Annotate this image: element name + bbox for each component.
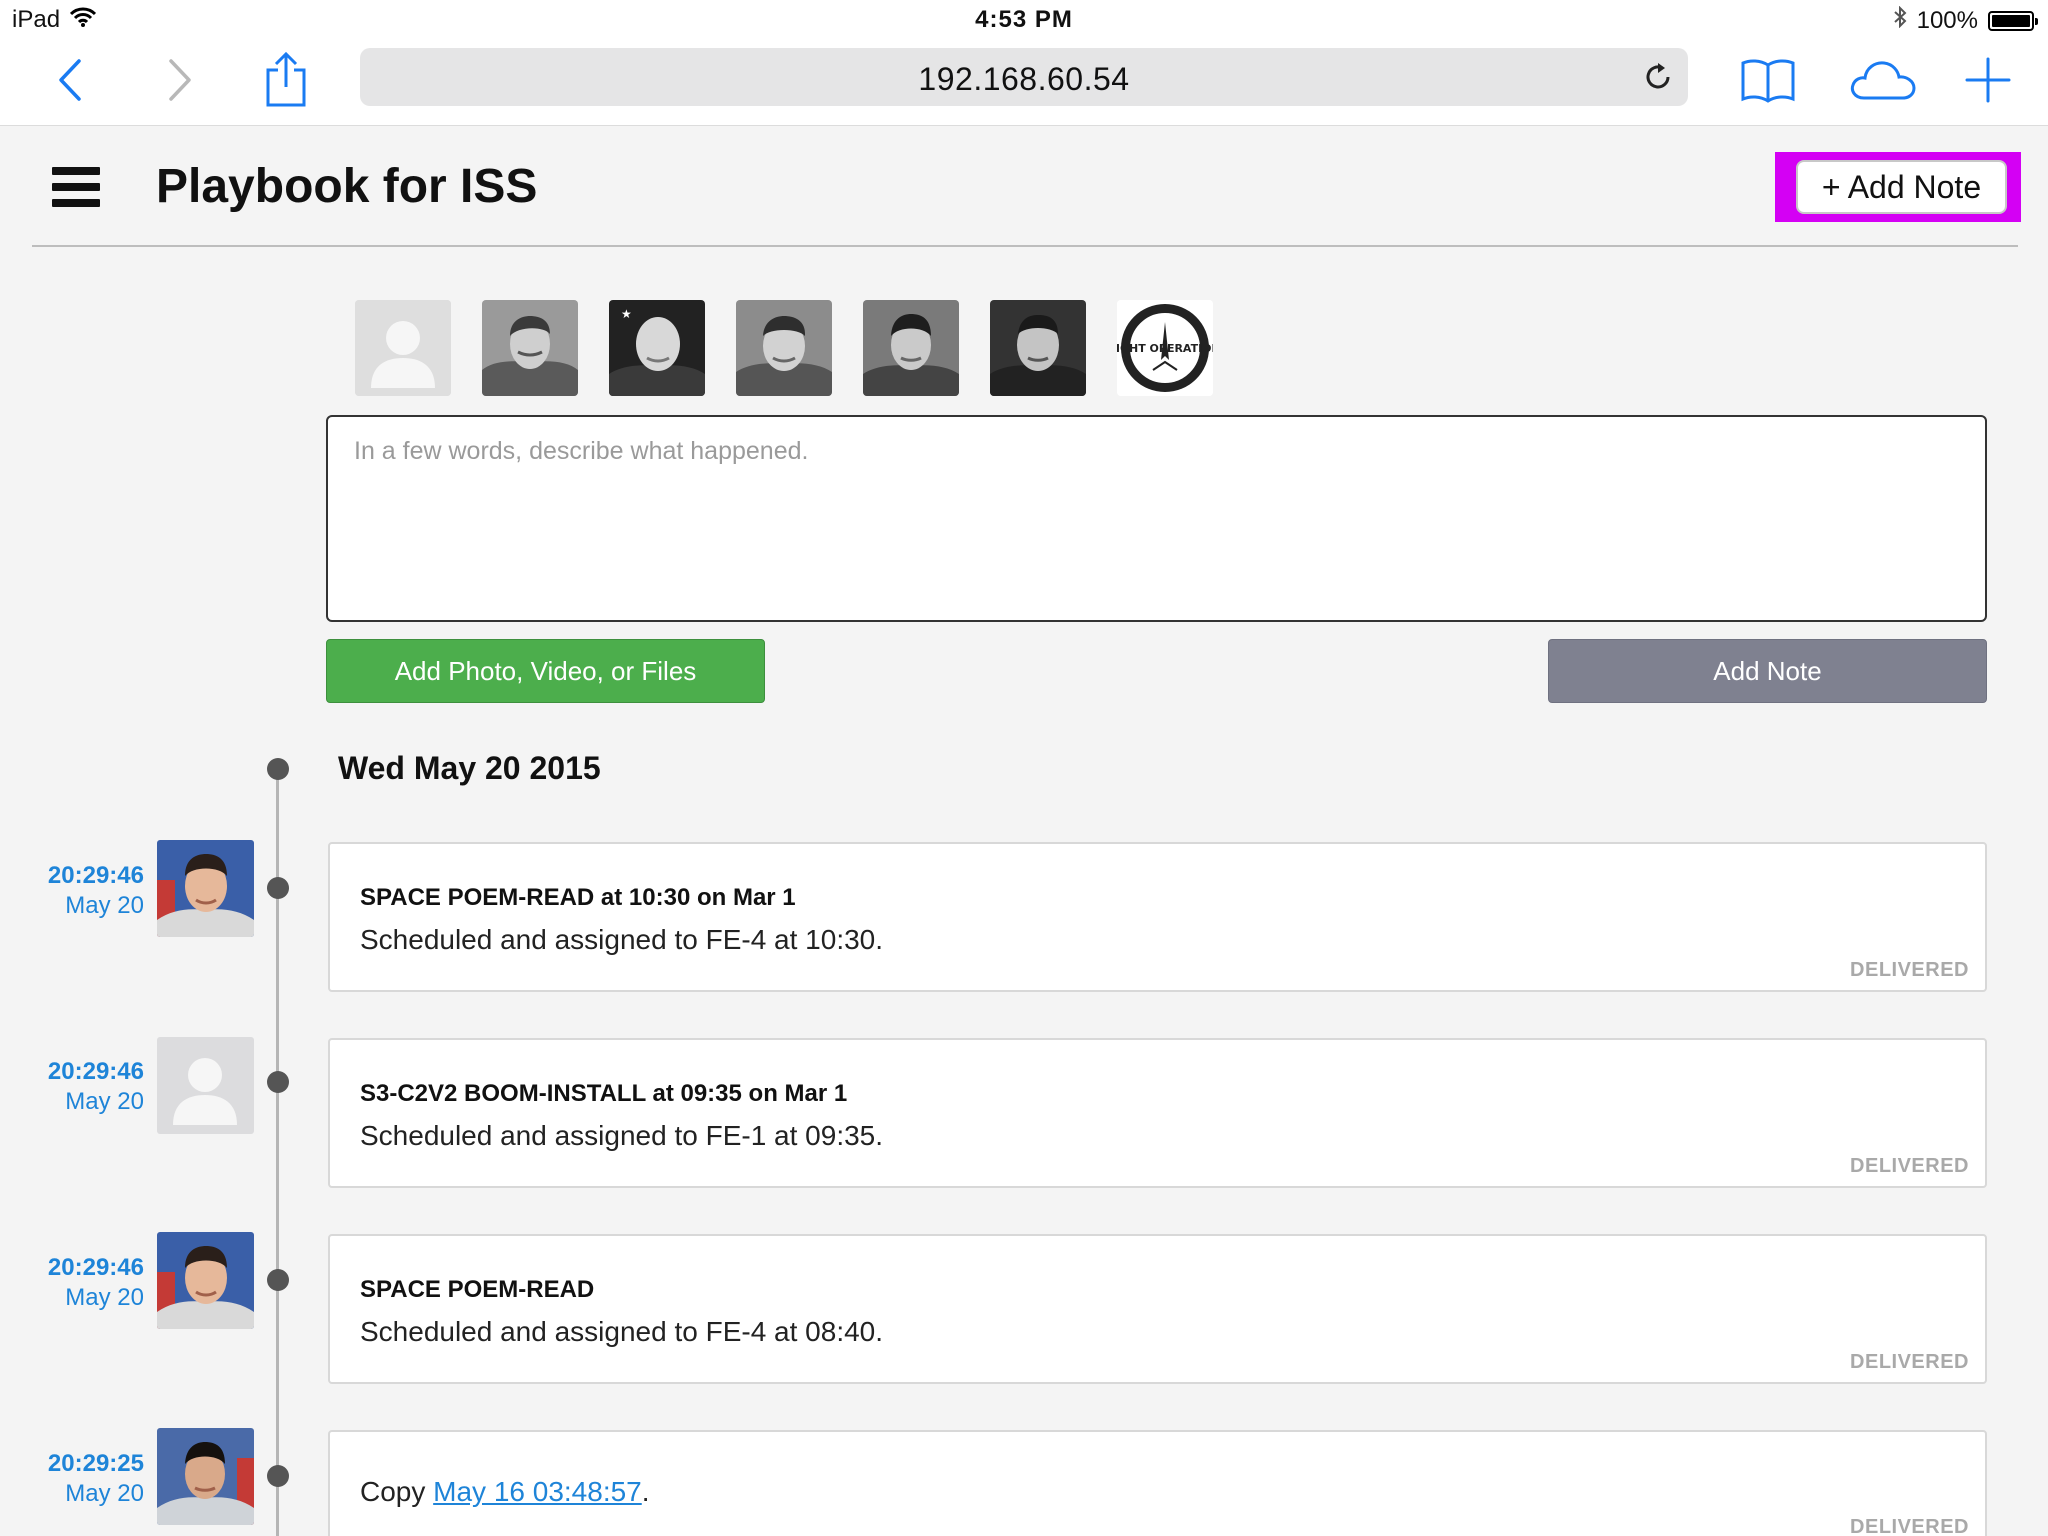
note-textarea[interactable] <box>326 415 1987 622</box>
menu-icon[interactable] <box>52 167 100 207</box>
bluetooth-icon <box>1893 5 1907 35</box>
back-icon[interactable] <box>38 48 102 112</box>
logo-text: FLIGHT OPERATIONS <box>1117 342 1213 355</box>
status-badge: DELIVERED <box>1850 1351 1969 1373</box>
app-header: Playbook for ISS + Add Note <box>32 127 2021 247</box>
page-title: Playbook for ISS <box>156 160 538 213</box>
battery-icon <box>1988 10 2038 31</box>
timeline-dot <box>267 1269 289 1291</box>
note-card[interactable]: SPACE POEM-READ at 10:30 on Mar 1 Schedu… <box>328 842 1987 992</box>
note-body: Scheduled and assigned to FE-4 at 10:30. <box>360 924 884 955</box>
note-title: S3-C2V2 BOOM-INSTALL at 09:35 on Mar 1 <box>360 1080 848 1107</box>
entry-time[interactable]: 20:29:46 <box>0 1253 144 1283</box>
status-badge: DELIVERED <box>1850 959 1969 981</box>
address-bar[interactable]: 192.168.60.54 <box>360 48 1688 106</box>
entry-time[interactable]: 20:29:46 <box>0 1057 144 1087</box>
note-card[interactable]: SPACE POEM-READ Scheduled and assigned t… <box>328 1234 1987 1384</box>
bookmarks-icon[interactable] <box>1736 48 1800 112</box>
note-link[interactable]: May 16 03:48:57 <box>433 1476 642 1507</box>
note-body: Copy May 16 03:48:57. <box>360 1476 650 1508</box>
entry-timestamp[interactable]: 20:29:46 May 20 <box>0 1253 144 1313</box>
note-card[interactable]: S3-C2V2 BOOM-INSTALL at 09:35 on Mar 1 S… <box>328 1038 1987 1188</box>
battery-percent: 100% <box>1916 6 1978 34</box>
status-badge: DELIVERED <box>1850 1516 1969 1536</box>
crew-avatar-row: ★ IGHT OPERATIO <box>355 300 1213 396</box>
svg-text:★: ★ <box>621 307 632 321</box>
note-body-suffix: . <box>641 1476 650 1507</box>
entry-time[interactable]: 20:29:46 <box>0 861 144 891</box>
add-note-button[interactable]: Add Note <box>1548 639 1987 703</box>
entry-timestamp[interactable]: 20:29:46 May 20 <box>0 1057 144 1117</box>
entry-time[interactable]: 20:29:25 <box>0 1449 144 1479</box>
note-title: SPACE POEM-READ at 10:30 on Mar 1 <box>360 884 796 911</box>
icloud-tabs-icon[interactable] <box>1846 48 1920 112</box>
share-icon[interactable] <box>254 48 318 112</box>
entry-date[interactable]: May 20 <box>65 1088 144 1115</box>
forward-icon[interactable] <box>148 48 212 112</box>
crew-avatar-5[interactable] <box>990 300 1086 396</box>
timeline-dot <box>267 877 289 899</box>
note-card[interactable]: Copy May 16 03:48:57. DELIVERED <box>328 1430 1987 1536</box>
timeline-date-heading: Wed May 20 2015 <box>338 750 601 786</box>
header-add-note-button[interactable]: + Add Note <box>1796 160 2007 214</box>
crew-avatar-3[interactable] <box>736 300 832 396</box>
status-badge: DELIVERED <box>1850 1155 1969 1177</box>
entry-avatar[interactable] <box>157 840 254 937</box>
entry-date[interactable]: May 20 <box>65 892 144 919</box>
browser-toolbar: 192.168.60.54 <box>0 40 2048 126</box>
status-time: 4:53 PM <box>975 6 1073 33</box>
add-media-button[interactable]: Add Photo, Video, or Files <box>326 639 765 703</box>
status-right: 100% <box>1893 5 2038 35</box>
entry-avatar[interactable] <box>157 1232 254 1329</box>
url-text[interactable]: 192.168.60.54 <box>360 61 1688 98</box>
note-title: SPACE POEM-READ <box>360 1276 595 1303</box>
new-tab-icon[interactable] <box>1956 48 2020 112</box>
flight-operations-logo[interactable]: FLIGHT OPERATIONS <box>1117 300 1213 396</box>
crew-avatar-1[interactable] <box>482 300 578 396</box>
entry-avatar[interactable] <box>157 1428 254 1525</box>
crew-avatar-2[interactable]: ★ <box>609 300 705 396</box>
add-note-highlight: + Add Note <box>1775 152 2021 222</box>
crew-avatar-placeholder[interactable] <box>355 300 451 396</box>
entry-timestamp[interactable]: 20:29:46 May 20 <box>0 861 144 921</box>
note-body: Scheduled and assigned to FE-1 at 09:35. <box>360 1120 884 1151</box>
crew-avatar-4[interactable] <box>863 300 959 396</box>
reload-icon[interactable] <box>1642 61 1674 93</box>
timeline-dot <box>267 1071 289 1093</box>
timeline-dot <box>267 1465 289 1487</box>
note-body-prefix: Copy <box>360 1476 426 1507</box>
entry-date[interactable]: May 20 <box>65 1284 144 1311</box>
timeline-dot <box>267 758 289 780</box>
entry-avatar-placeholder[interactable] <box>157 1037 254 1134</box>
entry-timestamp[interactable]: 20:29:25 May 20 <box>0 1449 144 1509</box>
ios-status-bar: iPad 4:53 PM 100% <box>0 0 2048 40</box>
entry-date[interactable]: May 20 <box>65 1480 144 1507</box>
note-body: Scheduled and assigned to FE-4 at 08:40. <box>360 1316 884 1347</box>
